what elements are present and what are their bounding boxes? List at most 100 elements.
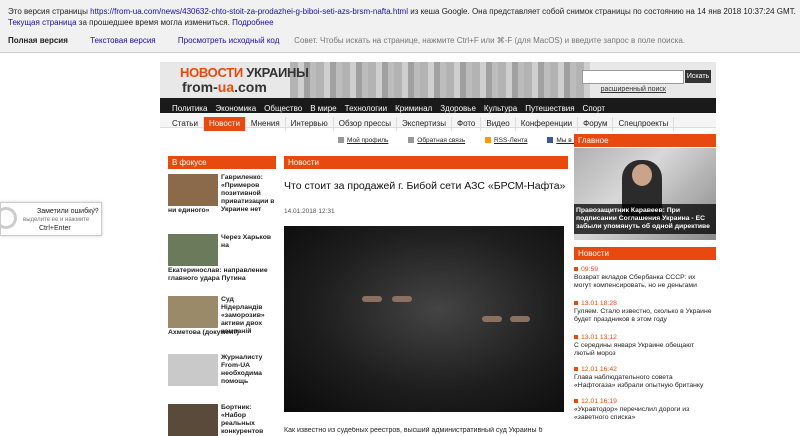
news-item-time: 12.01 16:42 <box>574 366 714 374</box>
site-search-input[interactable] <box>582 70 684 84</box>
focus-thumbnail <box>168 234 218 266</box>
focus-item[interactable]: Гавриленко: «Примеров позитивной привати… <box>168 174 278 220</box>
subnav-item[interactable]: Статьи <box>160 117 204 131</box>
logo-com-text: .com <box>234 79 267 95</box>
logo-region-text: УКРАИНЫ <box>246 65 309 80</box>
cache-notice-text: за прошедшее время могла измениться. <box>76 18 233 27</box>
news-item[interactable]: 12.01 16:19 «Укравтодор» перечислил дорог… <box>574 398 714 422</box>
report-error-popup: Заметили ошибку? выделите ее и нажмите C… <box>0 202 102 236</box>
focus-thumbnail <box>168 354 218 386</box>
cache-notice-line: Текущая страница за прошедшее время могл… <box>8 18 274 27</box>
cached-url-link[interactable]: https://from-ua.com/news/430632-chto-sto… <box>90 7 408 16</box>
version-links: Полная версия Текстовая версия Просмотре… <box>8 36 299 45</box>
main-nav: Политика Экономика Общество В мире Технологи… <box>160 98 716 113</box>
cache-info-prefix: Это версия страницы <box>8 7 91 16</box>
article-lead: Как известно из судебных реестров, высши… <box>284 427 543 434</box>
site-header: НОВОСТИ УКРАИНЫ from-ua.com Искать расши… <box>160 62 716 98</box>
subnav-item[interactable]: Фото <box>452 117 482 131</box>
main-caption[interactable]: Правозащитник Каравеев: При подписании С… <box>574 204 716 234</box>
subnav-item[interactable]: Обзор прессы <box>334 117 398 131</box>
rss-icon <box>484 137 491 144</box>
subnav-item[interactable]: Видео <box>481 117 516 131</box>
cache-info-suffix: из кеша Google. Она представляет собой с… <box>408 7 796 16</box>
util-feedback[interactable]: Обратная связь <box>408 137 465 144</box>
close-icon[interactable]: × <box>92 205 98 216</box>
subnav-item[interactable]: Спецпроекты <box>613 117 675 131</box>
util-profile-label: Мой профиль <box>347 137 389 144</box>
logo-news-text: НОВОСТИ <box>180 65 243 80</box>
news-item-text: Возврат вкладов Сбербанка СССР: их могут… <box>574 274 697 289</box>
news-item-time: 13.01 13:12 <box>574 334 714 342</box>
site-page: НОВОСТИ УКРАИНЫ from-ua.com Искать расши… <box>160 62 716 436</box>
mail-icon <box>408 137 415 144</box>
image-detail <box>482 316 502 322</box>
subnav-item[interactable]: Мнения <box>246 117 286 131</box>
google-cache-bar: Это версия страницы https://from-ua.com/… <box>0 0 800 53</box>
magnifier-icon <box>0 207 17 229</box>
image-detail <box>392 296 412 302</box>
logo-ua-text: ua <box>217 79 235 95</box>
focus-item-title: Журналисту From-UA необходима помощь <box>221 354 263 385</box>
article-image <box>284 226 564 412</box>
news-item-time: 09:59 <box>574 266 714 274</box>
photo-face <box>632 164 652 186</box>
search-tip: Совет. Чтобы искать на странице, нажмите… <box>294 36 685 45</box>
error-popup-hint: выделите ее и нажмите <box>23 217 90 223</box>
subnav-item[interactable]: Форум <box>578 117 614 131</box>
profile-icon <box>338 137 344 144</box>
main-header: Главное <box>574 134 716 147</box>
image-detail <box>362 296 382 302</box>
subnav-item-active[interactable]: Новости <box>203 117 246 131</box>
subnav-item[interactable]: Интервью <box>286 117 334 131</box>
news-item[interactable]: 13.01 13:12 С середины января Украине обе… <box>574 334 714 358</box>
news-item[interactable]: 09:59 Возврат вкладов Сбербанка СССР: их … <box>574 266 714 290</box>
sub-nav: Статьи Новости Мнения Интервью Обзор прессы Э… <box>160 113 716 131</box>
site-logo-domain[interactable]: from-ua.com <box>182 79 267 95</box>
news-item-text: С середины января Украине обещают лютый … <box>574 342 695 357</box>
focus-item-cont: Ахметова (документ) <box>168 329 239 336</box>
news-item-time: 12.01 16:19 <box>574 398 714 406</box>
current-page-link[interactable]: Текущая страница <box>8 18 77 27</box>
util-rss[interactable]: RSS-Лента <box>484 137 528 144</box>
focus-item[interactable]: Бортник: «Набор реальных конкурентов <box>168 404 278 436</box>
more-info-link[interactable]: Подробнее <box>232 18 274 27</box>
focus-thumbnail <box>168 174 218 206</box>
subnav-item[interactable]: Экспертизы <box>397 117 452 131</box>
subnav-item[interactable]: Конференции <box>516 117 579 131</box>
focus-item[interactable]: Через Харьков на Екатеринослав: направле… <box>168 234 278 282</box>
focus-header: В фокусе <box>168 156 276 169</box>
error-popup-title: Заметили ошибку? <box>37 208 99 215</box>
news-item-text: Гуляем. Стало известно, сколько в Украин… <box>574 308 712 323</box>
news-item-time: 13.01 18:28 <box>574 300 714 308</box>
facebook-icon <box>547 137 554 144</box>
full-version-link[interactable]: Полная версия <box>8 36 68 45</box>
news-item-text: «Укравтодор» перечислил дороги из «завет… <box>574 406 690 421</box>
site-logo[interactable]: НОВОСТИ УКРАИНЫ <box>180 65 309 80</box>
news-item-text: Глава наблюдательного совета «Нафтогаза»… <box>574 374 704 389</box>
news-item[interactable]: 12.01 16:42 Глава наблюдательного совета … <box>574 366 714 390</box>
advanced-search-link[interactable]: расширенный поиск <box>601 86 666 93</box>
focus-thumbnail <box>168 296 218 328</box>
news-header: Новости <box>574 247 716 260</box>
focus-item-cont: Екатеринослав: направление главного удар… <box>168 267 268 282</box>
image-detail <box>510 316 530 322</box>
header-faces-banner <box>290 62 590 98</box>
util-feedback-label: Обратная связь <box>417 137 466 144</box>
view-source-link[interactable]: Просмотреть исходный код <box>178 36 279 45</box>
focus-item[interactable]: Суд Нідерландів «заморозив» активи двох … <box>168 296 278 342</box>
util-profile[interactable]: Мой профиль <box>338 137 388 144</box>
error-popup-keys: Ctrl+Enter <box>39 225 71 232</box>
section-header: Новости <box>284 156 568 169</box>
focus-item[interactable]: Журналисту From-UA необходима помощь <box>168 354 278 388</box>
util-rss-label: RSS-Лента <box>493 137 528 144</box>
focus-item-title: Через Харьков на <box>221 234 272 249</box>
article-title: Что стоит за продажей г. Бибой сети АЗС … <box>284 180 566 192</box>
article-date: 14.01.2018 12:31 <box>284 208 335 215</box>
cache-info-line: Это версия страницы https://from-ua.com/… <box>8 7 796 16</box>
news-item[interactable]: 13.01 18:28 Гуляем. Стало известно, сколь… <box>574 300 714 324</box>
focus-item-cont: ни единого» <box>168 207 210 214</box>
logo-from-text: from- <box>182 79 218 95</box>
text-version-link[interactable]: Текстовая версия <box>90 36 156 45</box>
focus-thumbnail <box>168 404 218 436</box>
site-search-button[interactable]: Искать <box>685 70 711 83</box>
